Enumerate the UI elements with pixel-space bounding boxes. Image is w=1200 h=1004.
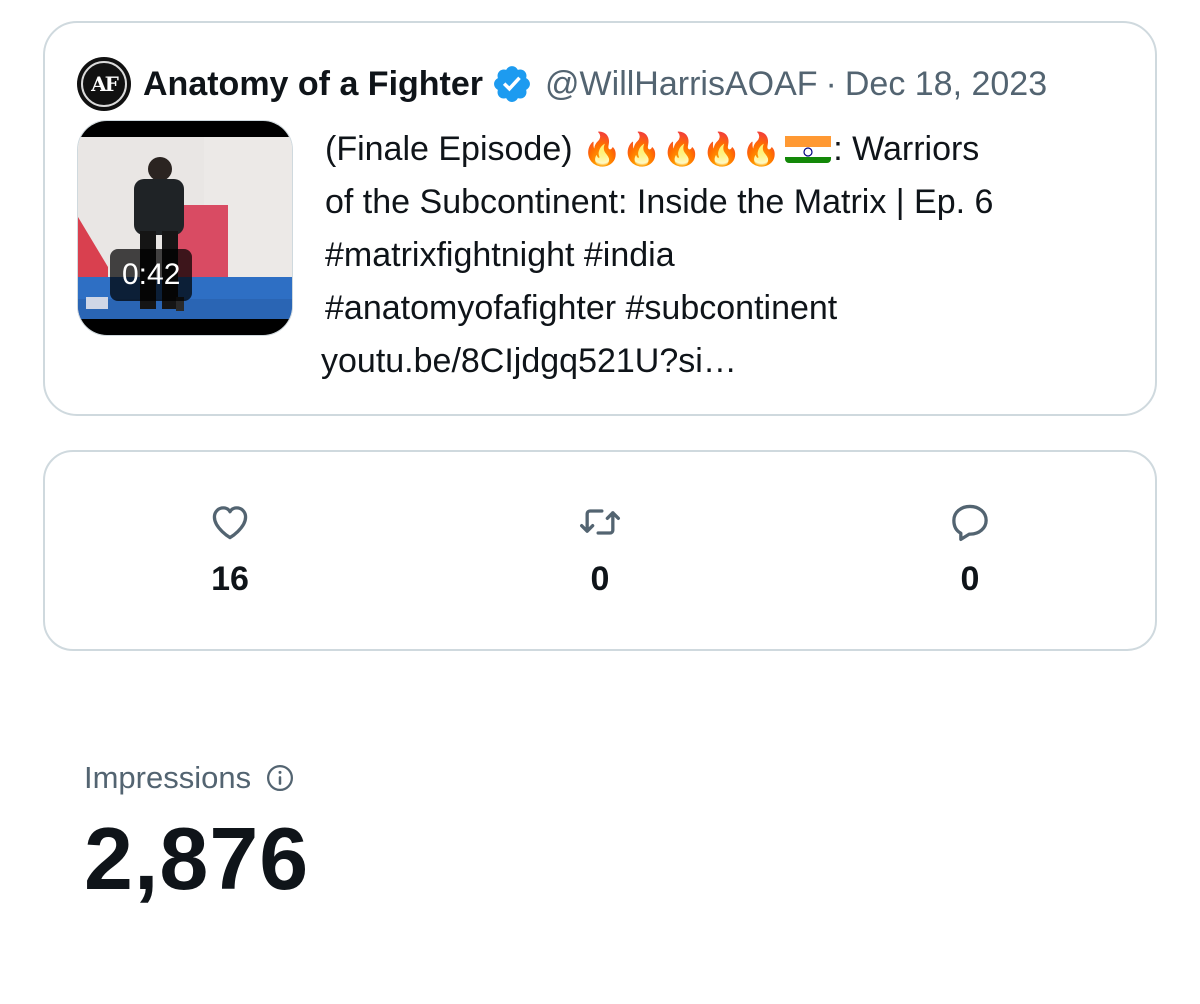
quoted-tweet-card[interactable]: AF Anatomy of a Fighter @WillHarrisAOAF … [43, 21, 1157, 416]
tweet-header: AF Anatomy of a Fighter @WillHarrisAOAF … [77, 57, 1137, 111]
tweet-hashtags-line-2[interactable]: #anatomyofafighter #subcontinent [325, 282, 1125, 335]
replies-count: 0 [960, 560, 980, 598]
reply-icon [952, 504, 988, 542]
fire-emoji-icon: 🔥🔥🔥🔥🔥 [582, 130, 782, 168]
tweet-date[interactable]: Dec 18, 2023 [845, 65, 1047, 104]
impressions-label: Impressions [84, 760, 252, 795]
video-frame-image [78, 121, 292, 335]
tweet-link[interactable]: youtu.be/8CIjdgq521U?si… [321, 335, 1125, 388]
tweet-text-suffix: : Warriors [833, 130, 980, 168]
tweet-text-line-2: of the Subcontinent: Inside the Matrix |… [325, 183, 994, 221]
info-icon[interactable] [265, 763, 295, 793]
tweet-text-prefix: (Finale Episode) [325, 130, 583, 168]
heart-icon [212, 506, 248, 540]
author-display-name[interactable]: Anatomy of a Fighter [143, 65, 483, 104]
retweets-stat[interactable]: 0 [540, 500, 660, 599]
tweet-hashtags-line-1[interactable]: #matrixfightnight #india [325, 229, 1125, 282]
verified-badge-icon [494, 66, 530, 102]
india-flag-icon [785, 131, 832, 163]
replies-stat[interactable]: 0 [910, 500, 1030, 599]
avatar-ring [81, 61, 127, 107]
avatar[interactable]: AF [77, 57, 131, 111]
likes-count: 16 [211, 560, 249, 598]
engagement-stats-card: 16 0 0 [43, 450, 1157, 651]
tweet-text-line-1: (Finale Episode) 🔥🔥🔥🔥🔥 : Warriors [325, 123, 1125, 176]
impressions-label-row: Impressions [84, 760, 295, 796]
tweet-text: (Finale Episode) 🔥🔥🔥🔥🔥 : Warriors of the … [321, 123, 1125, 388]
retweets-count: 0 [590, 560, 610, 598]
author-handle[interactable]: @WillHarrisAOAF [545, 65, 818, 104]
retweet-icon [580, 509, 620, 535]
video-thumbnail[interactable]: 0:42 [77, 120, 293, 336]
header-separator: · [825, 64, 837, 103]
likes-stat[interactable]: 16 [170, 500, 290, 599]
impressions-count: 2,876 [84, 809, 310, 908]
video-duration-badge: 0:42 [110, 249, 193, 301]
